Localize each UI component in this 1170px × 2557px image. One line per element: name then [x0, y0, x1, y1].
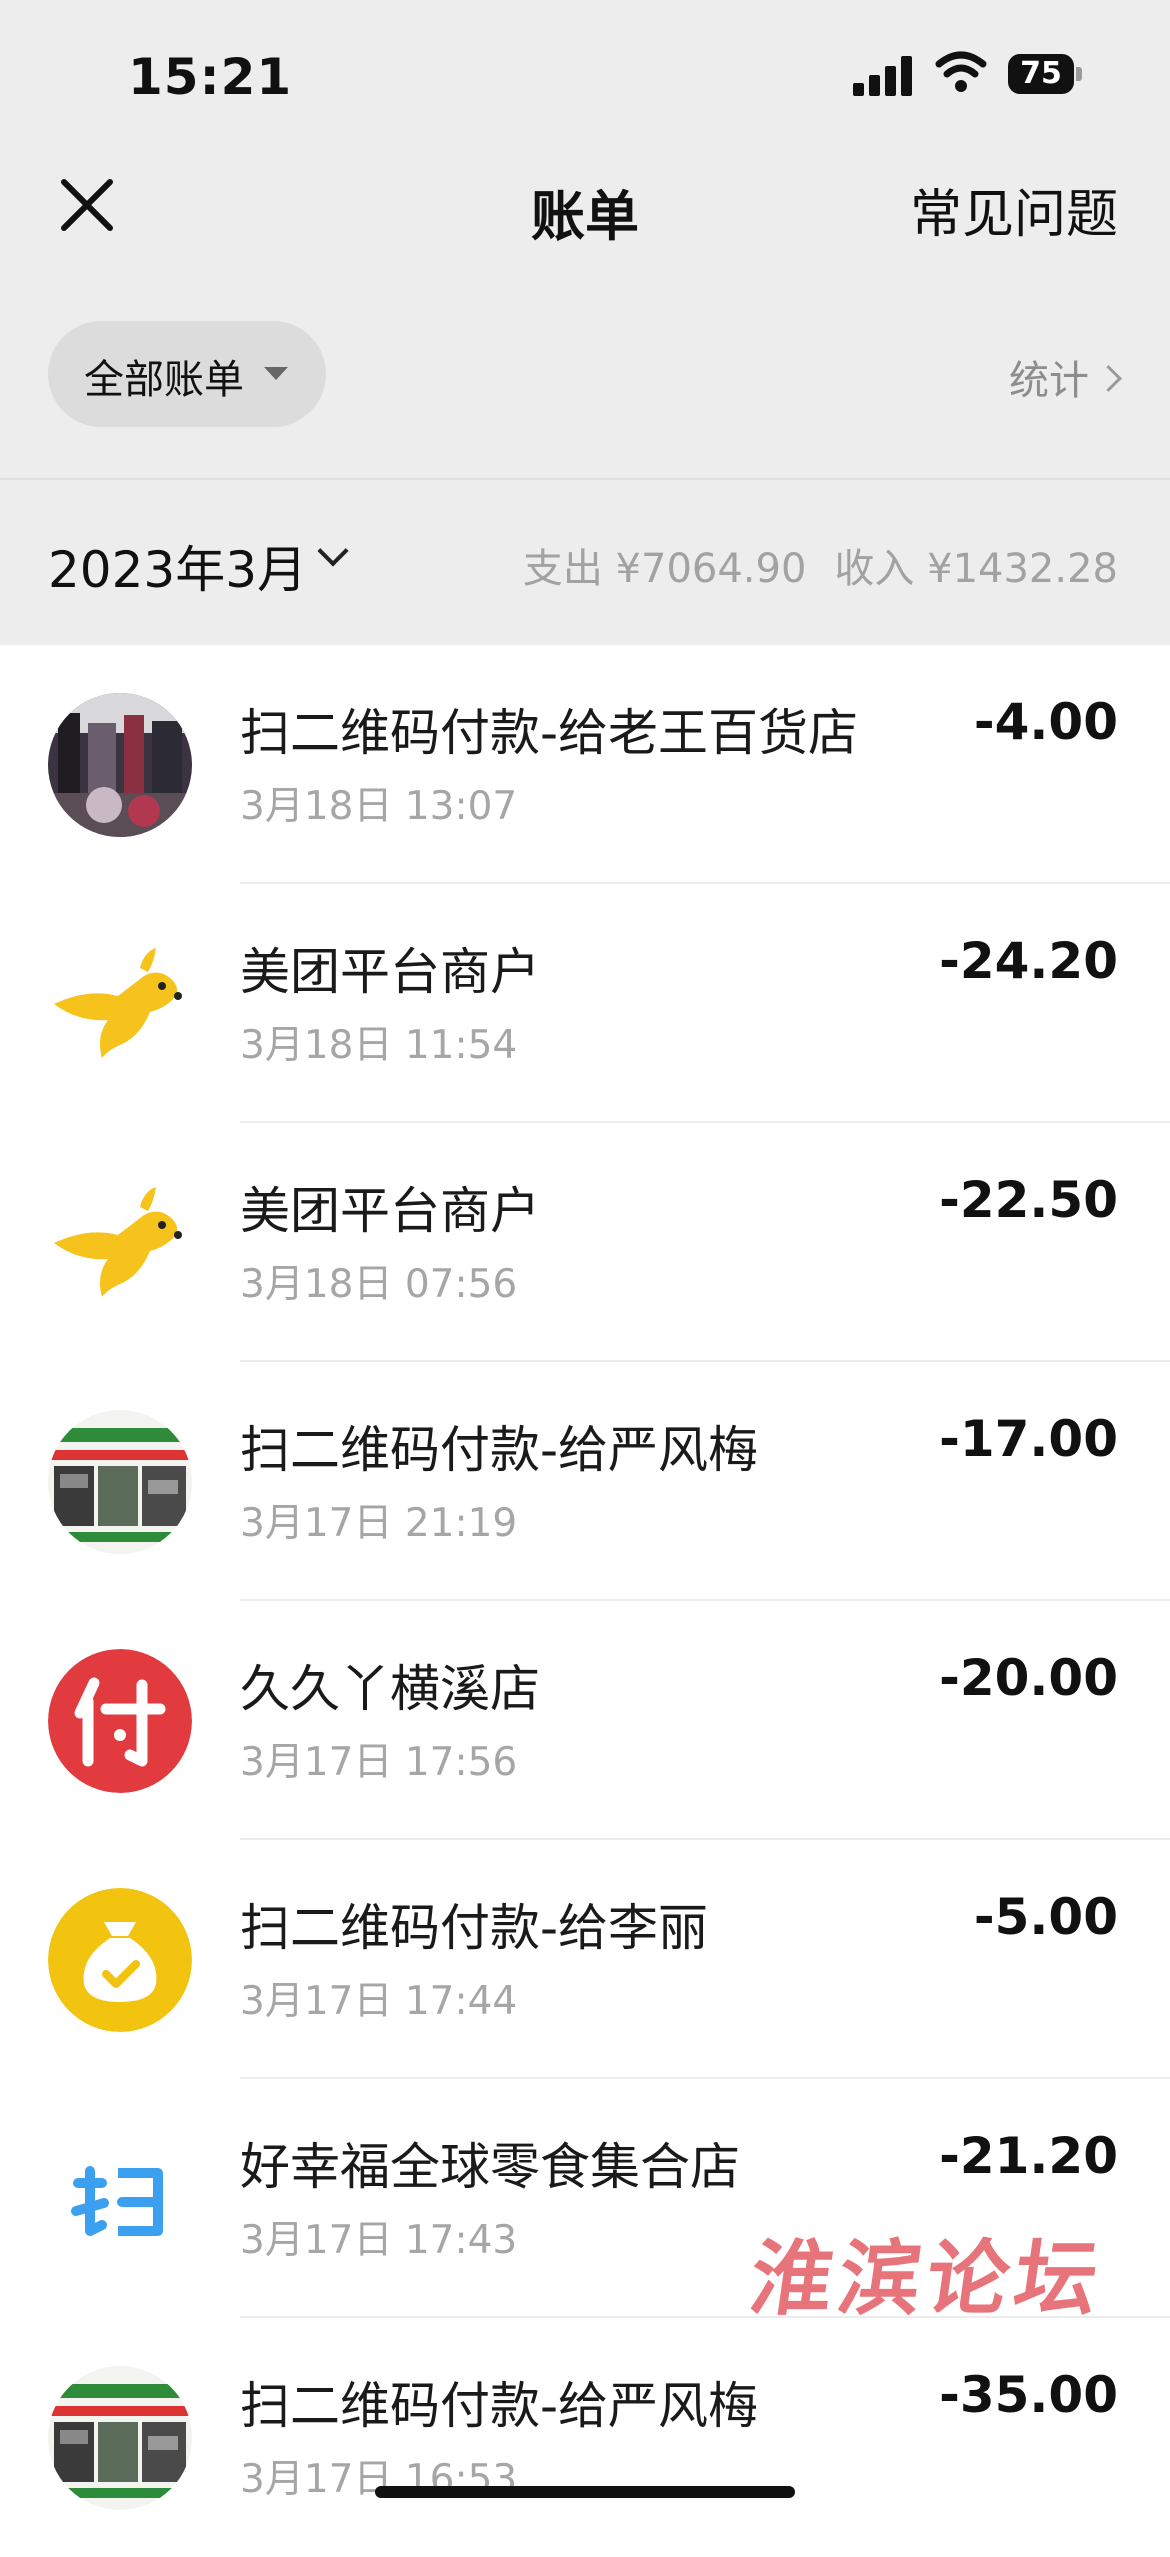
transaction-time: 3月18日 07:56	[240, 1262, 518, 1307]
transaction-row[interactable]: 扫二维码付款-给严风梅 3月17日 21:19 -17.00	[0, 1362, 1170, 1601]
transaction-title: 扫二维码付款-给老王百货店	[240, 704, 859, 762]
home-indicator[interactable]	[375, 2486, 795, 2498]
transaction-title: 好幸福全球零食集合店	[240, 2138, 740, 2196]
battery-level: 75	[1020, 56, 1062, 91]
month-selector[interactable]: 2023年3月	[48, 530, 307, 602]
scan-icon	[48, 2127, 192, 2271]
faq-link[interactable]: 常见问题	[910, 172, 1118, 247]
transaction-title: 美团平台商户	[240, 1182, 540, 1240]
status-time: 15:21	[128, 48, 293, 106]
transaction-row[interactable]: 美团平台商户 3月18日 07:56 -22.50	[0, 1123, 1170, 1362]
transaction-title: 扫二维码付款-给李丽	[240, 1899, 709, 1957]
transaction-row[interactable]: 久久丫横溪店 3月17日 17:56 -20.00	[0, 1601, 1170, 1840]
transaction-row[interactable]: 扫二维码付款-给李丽 3月17日 17:44 -5.00	[0, 1840, 1170, 2079]
transaction-amount: -24.20	[939, 932, 1118, 990]
month-income: 收入 ¥1432.28	[834, 546, 1118, 592]
month-expense: 支出 ¥7064.90	[522, 546, 807, 592]
wifi-icon	[935, 51, 987, 92]
transaction-row[interactable]: 美团平台商户 3月18日 11:54 -24.20	[0, 884, 1170, 1123]
transaction-amount: -4.00	[973, 693, 1118, 751]
bill-filter-label: 全部账单	[84, 357, 244, 403]
pay-icon	[48, 1649, 192, 1793]
transaction-time: 3月18日 13:07	[240, 784, 518, 829]
meituan-kangaroo-icon	[48, 1171, 192, 1315]
month-summary: 支出 ¥7064.90 收入 ¥1432.28	[523, 536, 1118, 594]
shop-sign-avatar	[48, 2366, 192, 2510]
transaction-row[interactable]: 扫二维码付款-给老王百货店 3月18日 13:07 -4.00	[0, 645, 1170, 884]
stats-link[interactable]: 统计	[1009, 348, 1122, 406]
transaction-amount: -22.50	[939, 1171, 1118, 1229]
shop-sign-avatar	[48, 1410, 192, 1554]
transaction-time: 3月17日 21:19	[240, 1501, 518, 1546]
transaction-title: 扫二维码付款-给严风梅	[240, 1421, 759, 1479]
transaction-amount: -5.00	[973, 1888, 1118, 1946]
store-photo-avatar	[48, 693, 192, 837]
caret-down-icon	[264, 367, 288, 380]
header-divider	[0, 478, 1170, 480]
transaction-row[interactable]: 扫二维码付款-给严风梅 3月17日 16:53 -35.00	[0, 2318, 1170, 2557]
battery-icon: 75	[1008, 54, 1082, 94]
meituan-kangaroo-icon	[48, 932, 192, 1076]
transaction-amount: -21.20	[939, 2127, 1118, 2185]
money-bag-icon	[48, 1888, 192, 2032]
chevron-right-icon	[1095, 365, 1122, 392]
transaction-title: 扫二维码付款-给严风梅	[240, 2377, 759, 2435]
transaction-title: 久久丫横溪店	[240, 1660, 540, 1718]
bill-filter-dropdown[interactable]: 全部账单	[48, 321, 326, 427]
transaction-time: 3月18日 11:54	[240, 1023, 518, 1068]
transaction-amount: -35.00	[939, 2366, 1118, 2424]
transaction-time: 3月17日 17:56	[240, 1740, 518, 1785]
transaction-title: 美团平台商户	[240, 943, 540, 1001]
transaction-amount: -20.00	[939, 1649, 1118, 1707]
stats-link-label: 统计	[1009, 358, 1089, 404]
transaction-time: 3月17日 17:44	[240, 1979, 518, 2024]
transaction-amount: -17.00	[939, 1410, 1118, 1468]
close-icon[interactable]	[52, 170, 122, 240]
transaction-time: 3月17日 17:43	[240, 2218, 518, 2263]
forum-watermark: 淮滨论坛	[744, 2231, 1110, 2327]
signal-icon	[853, 56, 913, 96]
